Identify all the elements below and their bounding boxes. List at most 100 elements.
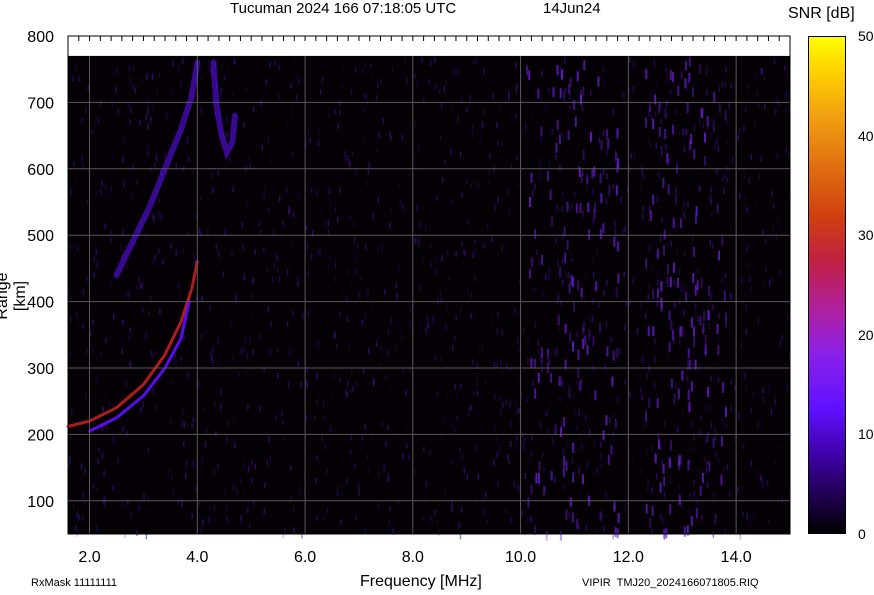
noise-speck: [350, 88, 353, 95]
noise-speck: [717, 335, 719, 342]
noise-speck: [363, 92, 366, 99]
noise-speck: [175, 162, 177, 169]
noise-speck: [711, 211, 713, 218]
interference-speck: [666, 153, 669, 164]
noise-speck: [226, 436, 228, 443]
noise-speck: [698, 185, 701, 192]
noise-speck: [86, 348, 89, 354]
noise-speck: [642, 205, 645, 212]
noise-speck: [226, 116, 228, 123]
noise-speck: [681, 288, 684, 295]
noise-speck: [706, 481, 709, 488]
noise-speck: [761, 482, 764, 489]
noise-speck: [360, 277, 363, 284]
noise-speck: [359, 274, 361, 281]
noise-speck: [94, 120, 97, 127]
noise-speck: [559, 396, 561, 403]
noise-speck: [346, 478, 348, 485]
noise-speck: [613, 412, 615, 419]
noise-speck: [660, 513, 662, 520]
noise-speck: [548, 267, 551, 274]
noise-speck: [622, 228, 625, 235]
noise-speck: [175, 249, 177, 256]
noise-speck: [229, 320, 232, 327]
noise-speck: [633, 150, 636, 157]
noise-speck: [209, 304, 211, 311]
noise-speck: [245, 85, 247, 92]
noise-speck: [629, 391, 631, 398]
interference-speck: [546, 348, 549, 359]
noise-speck: [352, 385, 354, 392]
noise-speck: [777, 100, 780, 107]
interference-speck: [667, 184, 670, 195]
noise-speck: [774, 109, 777, 116]
interference-speck: [565, 461, 568, 472]
interference-speck: [660, 145, 663, 156]
noise-speck: [666, 354, 668, 361]
noise-speck: [370, 435, 373, 442]
noise-speck: [656, 473, 658, 480]
noise-speck: [666, 100, 668, 107]
noise-speck: [728, 103, 730, 110]
noise-speck: [357, 484, 360, 491]
noise-speck: [726, 139, 728, 145]
noise-speck: [134, 87, 136, 94]
interference-speck: [672, 217, 675, 228]
interference-speck: [617, 158, 620, 168]
noise-speck: [577, 524, 580, 531]
noise-speck: [198, 366, 200, 373]
noise-speck: [333, 372, 335, 379]
noise-speck: [200, 333, 203, 340]
noise-speck: [666, 76, 668, 83]
noise-speck: [434, 83, 437, 90]
noise-speck: [212, 359, 214, 366]
noise-speck: [693, 124, 696, 131]
noise-speck: [81, 515, 84, 522]
interference-speck: [537, 88, 540, 99]
interference-speck: [556, 120, 559, 131]
noise-speck: [158, 197, 160, 204]
noise-speck: [310, 252, 313, 259]
noise-speck: [243, 274, 246, 281]
interference-speck: [537, 372, 540, 383]
noise-speck: [745, 386, 747, 393]
noise-speck: [182, 246, 184, 253]
noise-speck: [429, 449, 432, 456]
noise-speck: [699, 119, 701, 126]
noise-speck: [191, 169, 194, 176]
interference-speck: [657, 288, 659, 299]
noise-speck: [685, 128, 688, 135]
y-tick-label: 100: [27, 494, 54, 511]
noise-speck: [779, 223, 781, 230]
noise-speck: [560, 299, 562, 306]
noise-speck: [327, 220, 330, 227]
interference-speck: [613, 501, 616, 512]
noise-speck: [225, 506, 228, 513]
noise-speck: [726, 423, 728, 430]
noise-speck: [786, 385, 788, 392]
interference-speck: [569, 77, 572, 88]
noise-speck: [771, 191, 773, 197]
interference-speck: [702, 323, 705, 334]
interference-speck: [721, 436, 723, 447]
interference-speck: [606, 346, 609, 357]
noise-speck: [347, 380, 349, 386]
interference-speck: [549, 189, 552, 200]
noise-speck: [752, 512, 755, 519]
noise-speck: [612, 108, 614, 115]
noise-speck: [608, 237, 611, 243]
noise-speck: [394, 344, 397, 351]
noise-speck: [129, 327, 131, 334]
noise-speck: [233, 417, 235, 424]
noise-speck: [574, 469, 576, 475]
interference-speck: [579, 380, 582, 391]
noise-speck: [457, 116, 459, 123]
interference-speck: [582, 86, 585, 97]
noise-speck: [441, 255, 443, 262]
y-tick-label: 700: [27, 95, 54, 112]
noise-speck: [286, 186, 288, 193]
noise-speck: [691, 421, 693, 428]
noise-speck: [116, 67, 118, 74]
noise-speck: [387, 329, 390, 336]
noise-speck: [556, 297, 559, 304]
